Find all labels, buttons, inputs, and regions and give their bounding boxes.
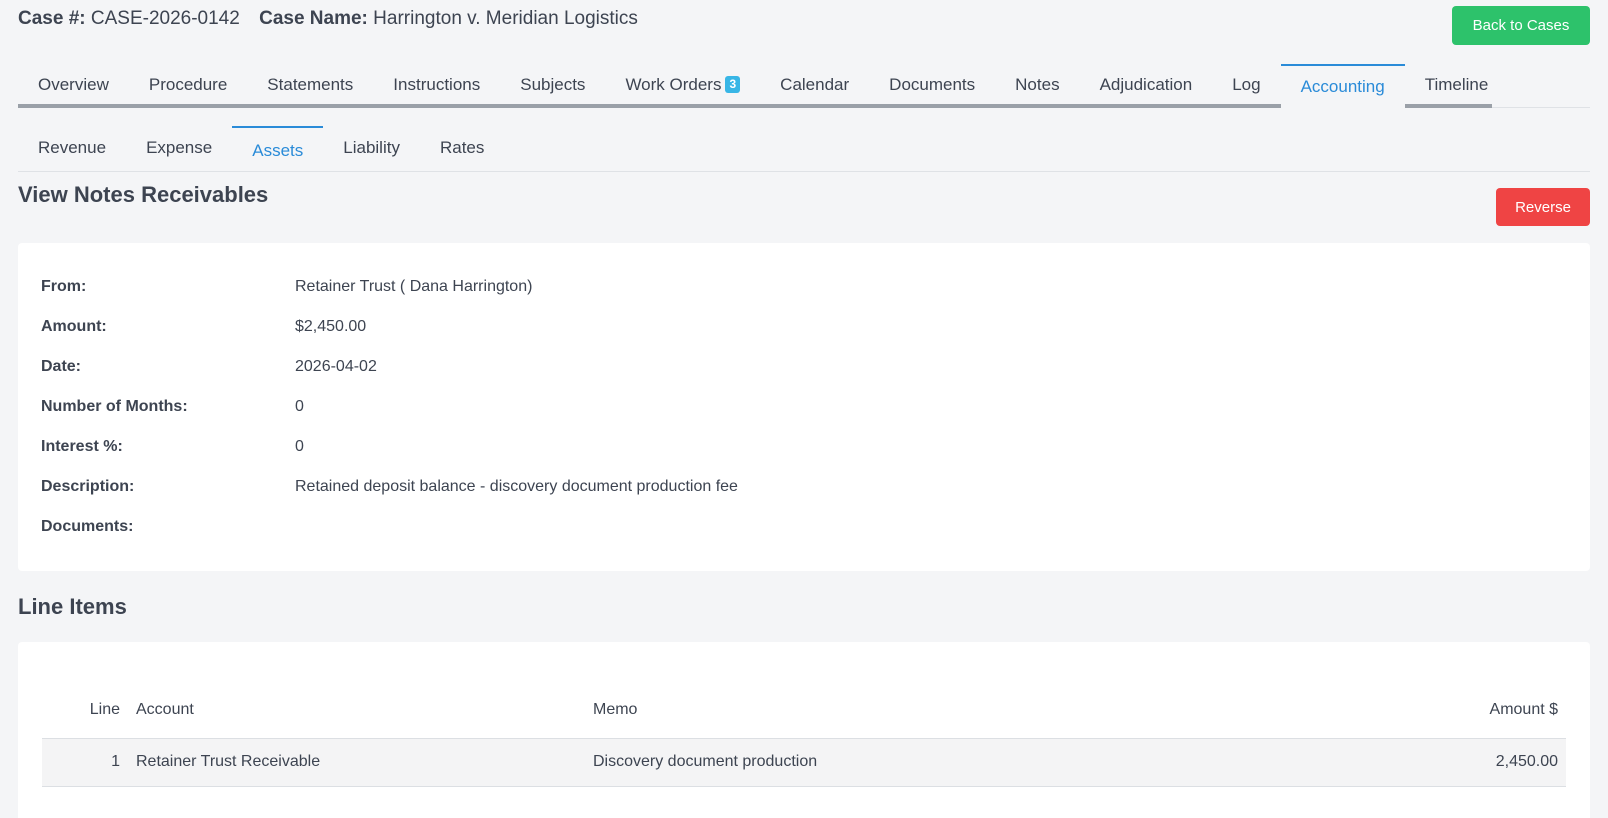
tab-label: Statements [267, 75, 354, 94]
tab-documents[interactable]: Documents [869, 64, 995, 108]
reverse-button[interactable]: Reverse [1496, 188, 1590, 226]
tab-instructions[interactable]: Instructions [373, 64, 500, 108]
detail-row-documents: Documents: [41, 507, 1567, 547]
tab-label: Accounting [1300, 77, 1385, 96]
subtab-revenue[interactable]: Revenue [18, 126, 126, 171]
tab-statements[interactable]: Statements [247, 64, 373, 108]
detail-label: Amount: [41, 318, 107, 335]
detail-row-interest: Interest %: 0 [41, 427, 1567, 467]
tab-calendar[interactable]: Calendar [760, 64, 869, 108]
case-name: Harrington v. Meridian Logistics [373, 8, 638, 29]
detail-label: Date: [41, 358, 82, 375]
detail-label: Description: [41, 478, 135, 495]
line-items-card: Line Account Memo Amount $ 1 Retainer Tru… [18, 642, 1590, 818]
case-tabs: Overview Procedure Statements Instructions S… [18, 64, 1590, 110]
count-badge: 3 [725, 76, 741, 93]
case-name-label: Case Name: [259, 8, 368, 29]
page-title: View Notes Receivables [18, 182, 269, 207]
tab-label: Notes [1015, 75, 1060, 94]
detail-row-date: Date: 2026-04-02 [41, 347, 1567, 387]
details-card: From: Retainer Trust ( Dana Harrington) Am… [18, 243, 1590, 571]
detail-value: 0 [295, 398, 304, 415]
tab-timeline[interactable]: Timeline [1405, 64, 1509, 108]
subtab-rates[interactable]: Rates [420, 126, 504, 171]
tab-label: Procedure [148, 75, 228, 94]
cell-line: 1 [42, 738, 128, 787]
cell-memo: Discovery document production [585, 738, 1311, 787]
subtab-expense[interactable]: Expense [126, 126, 232, 171]
detail-value: $2,450.00 [295, 318, 367, 335]
detail-row-from: From: Retainer Trust ( Dana Harrington) [41, 267, 1567, 307]
tab-label: Overview [38, 75, 109, 94]
detail-row-number-of-months: Number of Months: 0 [41, 387, 1567, 427]
tab-label: Subjects [520, 75, 586, 94]
detail-label: Documents: [41, 518, 134, 535]
detail-row-description: Description: Retained deposit balance - d… [41, 467, 1567, 507]
cell-amount: 2,450.00 [1310, 738, 1566, 787]
table-row: 1 Retainer Trust Receivable Discovery docu… [42, 738, 1566, 787]
detail-value: Retained deposit balance - discovery doc… [295, 478, 738, 495]
tab-label: Documents [889, 75, 976, 94]
detail-value: Retainer Trust ( Dana Harrington) [295, 278, 533, 295]
accounting-subtabs: Revenue Expense Assets Liability Rates [18, 126, 1590, 172]
detail-label: From: [41, 278, 87, 295]
tab-label: Adjudication [1099, 75, 1193, 94]
tab-adjudication[interactable]: Adjudication [1080, 64, 1213, 108]
line-items-body: 1 Retainer Trust Receivable Discovery docu… [42, 738, 1566, 787]
tab-label: Log [1232, 75, 1261, 94]
line-items-title: Line Items [18, 594, 127, 619]
case-number-label: Case #: [18, 8, 86, 29]
case-accounting-page: Case #: CASE-2026-0142 Case Name: Harrin… [0, 0, 1608, 818]
tab-label: Calendar [780, 75, 850, 94]
table-header-row: Line Account Memo Amount $ [42, 682, 1566, 739]
tab-procedure[interactable]: Procedure [129, 64, 247, 108]
subtab-assets[interactable]: Assets [232, 126, 324, 171]
detail-label: Interest %: [41, 438, 123, 455]
column-header-amount: Amount $ [1310, 682, 1566, 739]
tab-subjects[interactable]: Subjects [500, 64, 605, 108]
tab-accounting[interactable]: Accounting [1280, 64, 1405, 110]
detail-value: 0 [295, 438, 304, 455]
case-header: Case #: CASE-2026-0142 Case Name: Harrin… [18, 8, 638, 30]
column-header-account: Account [128, 682, 585, 739]
subtab-liability[interactable]: Liability [323, 126, 420, 171]
tab-notes[interactable]: Notes [995, 64, 1079, 108]
cell-account: Retainer Trust Receivable [128, 738, 585, 787]
column-header-memo: Memo [585, 682, 1311, 739]
detail-value: 2026-04-02 [295, 358, 377, 375]
case-number: CASE-2026-0142 [90, 8, 240, 29]
tab-label: Work Orders [625, 75, 722, 94]
back-to-cases-button[interactable]: Back to Cases [1452, 6, 1590, 45]
tab-label: Instructions [393, 75, 481, 94]
tab-overview[interactable]: Overview [18, 64, 129, 108]
line-items-table: Line Account Memo Amount $ 1 Retainer Tru… [42, 682, 1566, 787]
detail-label: Number of Months: [41, 398, 188, 415]
detail-row-amount: Amount: $2,450.00 [41, 307, 1567, 347]
tab-log[interactable]: Log [1212, 64, 1280, 108]
tab-work-orders[interactable]: Work Orders 3 [605, 64, 760, 108]
tab-label: Timeline [1424, 75, 1489, 94]
column-header-line: Line [42, 682, 128, 739]
